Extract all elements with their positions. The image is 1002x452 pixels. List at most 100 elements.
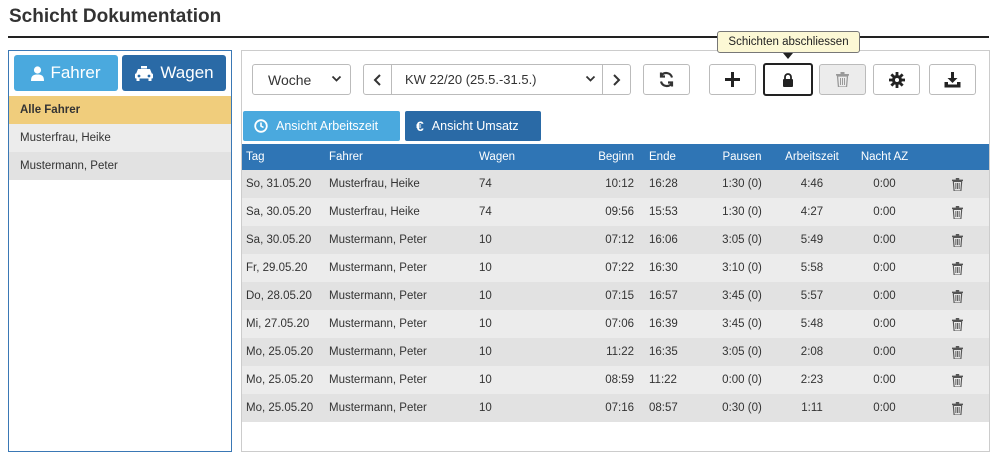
euro-icon: € — [416, 118, 424, 134]
cell-beginn: 07:15 — [584, 282, 634, 310]
table-row[interactable]: So, 31.05.20 Musterfrau, Heike 74 10:12 16:2… — [242, 170, 989, 198]
view-umsatz-label: Ansicht Umsatz — [431, 119, 519, 133]
cell-wagen: 10 — [479, 366, 584, 394]
cell-nacht: 0:00 — [847, 310, 922, 338]
table-row[interactable]: Mo, 25.05.20 Mustermann, Peter 10 07:16 08:5… — [242, 394, 989, 422]
cell-tag: So, 31.05.20 — [242, 170, 329, 198]
driver-item-musterfrau-heike[interactable]: Musterfrau, Heike — [9, 124, 231, 152]
cell-beginn: 07:16 — [584, 394, 634, 422]
wagen-toggle-label: Wagen — [160, 63, 214, 82]
delete-shifts-button[interactable] — [819, 64, 866, 95]
cell-fahrer: Mustermann, Peter — [329, 282, 479, 310]
cell-ende: 15:53 — [634, 198, 707, 226]
column-header-wagen[interactable]: Wagen — [479, 144, 584, 170]
week-navigator: KW 22/20 (25.5.-31.5.) — [363, 64, 631, 95]
cell-pausen: 3:05 (0) — [707, 338, 777, 366]
cell-az: 5:49 — [777, 226, 847, 254]
cell-nacht: 0:00 — [847, 282, 922, 310]
cell-ende: 16:57 — [634, 282, 707, 310]
cell-pausen: 3:45 (0) — [707, 282, 777, 310]
delete-row-button[interactable] — [922, 254, 989, 282]
export-button[interactable] — [929, 64, 976, 95]
cell-nacht: 0:00 — [847, 366, 922, 394]
driver-item-alle-fahrer[interactable]: Alle Fahrer — [9, 96, 231, 124]
column-header-ende[interactable]: Ende — [634, 144, 707, 170]
delete-row-button[interactable] — [922, 198, 989, 226]
cell-az: 2:23 — [777, 366, 847, 394]
cell-pausen: 3:10 (0) — [707, 254, 777, 282]
lock-icon — [783, 72, 793, 87]
chevron-down-icon — [331, 75, 342, 82]
column-header-fahrer[interactable]: Fahrer — [329, 144, 479, 170]
gear-icon — [888, 71, 905, 88]
cell-az: 5:48 — [777, 310, 847, 338]
view-umsatz-button[interactable]: € Ansicht Umsatz — [405, 111, 541, 141]
cell-beginn: 07:12 — [584, 226, 634, 254]
table-row[interactable]: Mo, 25.05.20 Mustermann, Peter 10 11:22 16:3… — [242, 338, 989, 366]
column-header-beginn[interactable]: Beginn — [584, 144, 634, 170]
table-row[interactable]: Sa, 30.05.20 Musterfrau, Heike 74 09:56 15:5… — [242, 198, 989, 226]
trash-icon[interactable] — [952, 289, 963, 303]
delete-row-button[interactable] — [922, 170, 989, 198]
table-row[interactable]: Sa, 30.05.20 Mustermann, Peter 10 07:12 16:0… — [242, 226, 989, 254]
period-select[interactable]: Woche — [252, 64, 351, 95]
fahrer-toggle-label: Fahrer — [50, 63, 101, 82]
driver-panel: Fahrer Wagen Alle Fahrer Musterfrau, Hei… — [8, 50, 232, 452]
taxi-icon — [135, 65, 154, 81]
cell-nacht: 0:00 — [847, 394, 922, 422]
trash-icon[interactable] — [952, 177, 963, 191]
column-header-arbeitszeit[interactable]: Arbeitszeit — [777, 144, 847, 170]
trash-icon[interactable] — [952, 345, 963, 359]
cell-pausen: 3:05 (0) — [707, 226, 777, 254]
trash-icon[interactable] — [952, 373, 963, 387]
cell-ende: 16:28 — [634, 170, 707, 198]
cell-tag: Do, 28.05.20 — [242, 282, 329, 310]
delete-row-button[interactable] — [922, 366, 989, 394]
column-header-tag[interactable]: Tag — [242, 144, 329, 170]
table-row[interactable]: Fr, 29.05.20 Mustermann, Peter 10 07:22 16:3… — [242, 254, 989, 282]
table-row[interactable]: Mi, 27.05.20 Mustermann, Peter 10 07:06 16:3… — [242, 310, 989, 338]
cell-tag: Fr, 29.05.20 — [242, 254, 329, 282]
cell-pausen: 0:30 (0) — [707, 394, 777, 422]
wagen-toggle-button[interactable]: Wagen — [122, 55, 226, 91]
view-arbeitszeit-button[interactable]: Ansicht Arbeitszeit — [243, 111, 400, 141]
settings-button[interactable] — [873, 64, 920, 95]
cell-wagen: 74 — [479, 170, 584, 198]
column-header-pausen[interactable]: Pausen — [707, 144, 777, 170]
week-select[interactable]: KW 22/20 (25.5.-31.5.) — [392, 65, 602, 94]
cell-ende: 16:30 — [634, 254, 707, 282]
cell-pausen: 0:00 (0) — [707, 366, 777, 394]
trash-icon[interactable] — [952, 261, 963, 275]
trash-icon[interactable] — [952, 205, 963, 219]
previous-week-button[interactable] — [364, 65, 392, 94]
trash-icon[interactable] — [952, 317, 963, 331]
week-select-value: KW 22/20 (25.5.-31.5.) — [405, 72, 537, 87]
trash-icon[interactable] — [952, 401, 963, 415]
cell-az: 4:27 — [777, 198, 847, 226]
delete-row-button[interactable] — [922, 338, 989, 366]
table-header-row: Tag Fahrer Wagen Beginn Ende Pausen Arbe… — [242, 144, 989, 170]
table-row[interactable]: Do, 28.05.20 Mustermann, Peter 10 07:15 16:5… — [242, 282, 989, 310]
trash-icon[interactable] — [952, 233, 963, 247]
next-week-button[interactable] — [602, 65, 630, 94]
delete-row-button[interactable] — [922, 282, 989, 310]
delete-row-button[interactable] — [922, 226, 989, 254]
cell-tag: Mi, 27.05.20 — [242, 310, 329, 338]
page-title: Schicht Dokumentation — [9, 6, 222, 27]
fahrer-toggle-button[interactable]: Fahrer — [14, 55, 118, 91]
refresh-button[interactable] — [643, 64, 690, 95]
cell-beginn: 10:12 — [584, 170, 634, 198]
cell-ende: 08:57 — [634, 394, 707, 422]
table-row[interactable]: Mo, 25.05.20 Mustermann, Peter 10 08:59 11:2… — [242, 366, 989, 394]
driver-item-mustermann-peter[interactable]: Mustermann, Peter — [9, 152, 231, 180]
plus-icon — [725, 72, 740, 87]
add-shift-button[interactable] — [709, 64, 756, 95]
cell-pausen: 1:30 (0) — [707, 170, 777, 198]
delete-row-button[interactable] — [922, 310, 989, 338]
column-header-nacht-az[interactable]: Nacht AZ — [847, 144, 922, 170]
lock-tooltip: Schichten abschliessen — [717, 31, 860, 53]
lock-shifts-button[interactable] — [763, 63, 813, 96]
delete-row-button[interactable] — [922, 394, 989, 422]
chevron-left-icon — [373, 73, 381, 86]
cell-wagen: 10 — [479, 254, 584, 282]
